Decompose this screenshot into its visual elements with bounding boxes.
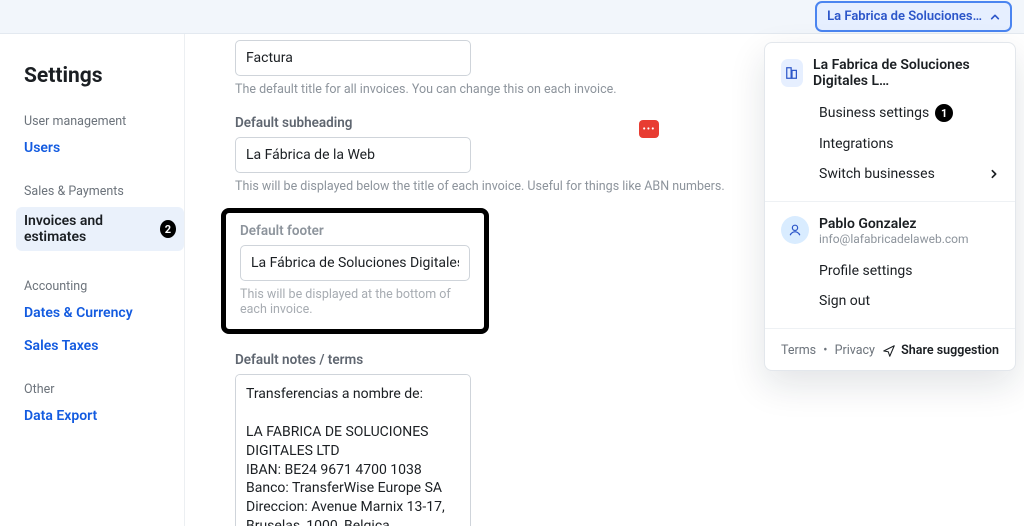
default-footer-input[interactable] bbox=[240, 245, 470, 281]
dropdown-org-name: La Fabrica de Soluciones Digitales L… bbox=[813, 57, 999, 89]
settings-sidebar: Settings User management Users Sales & P… bbox=[0, 34, 185, 526]
dropdown-item-label: Profile settings bbox=[819, 263, 913, 279]
sidebar-item-users[interactable]: Users bbox=[24, 140, 60, 156]
sidebar-item-label: Dates & Currency bbox=[24, 305, 133, 321]
step-badge-1: 1 bbox=[935, 104, 953, 122]
nav-group-other: Other bbox=[24, 382, 184, 397]
dropdown-item-label: Switch businesses bbox=[819, 166, 935, 182]
dropdown-share-suggestion[interactable]: Share suggestion bbox=[883, 343, 999, 358]
account-dropdown: La Fabrica de Soluciones Digitales L… Bu… bbox=[764, 42, 1016, 371]
default-notes-textarea[interactable] bbox=[235, 374, 471, 526]
dropdown-item-integrations[interactable]: Integrations bbox=[819, 129, 999, 159]
default-subheading-helper: This will be displayed below the title o… bbox=[235, 179, 755, 194]
dropdown-item-business-settings[interactable]: Business settings 1 bbox=[819, 97, 999, 129]
user-avatar-icon bbox=[781, 216, 809, 244]
dropdown-user-name: Pablo Gonzalez bbox=[819, 216, 969, 232]
dropdown-user-row: Pablo Gonzalez info@lafabricadelaweb.com bbox=[781, 216, 999, 246]
nav-group-sales: Sales & Payments bbox=[24, 184, 184, 199]
nav-group-accounting: Accounting bbox=[24, 279, 184, 294]
default-title-helper: The default title for all invoices. You … bbox=[235, 82, 755, 97]
default-footer-helper: This will be displayed at the bottom of … bbox=[240, 287, 470, 317]
page-title: Settings bbox=[24, 64, 184, 88]
dropdown-item-switch-businesses[interactable]: Switch businesses bbox=[819, 159, 999, 189]
org-switch-button[interactable]: La Fabrica de Soluciones… bbox=[815, 1, 1012, 32]
sidebar-item-invoices-estimates[interactable]: Invoices and estimates 2 bbox=[16, 207, 184, 251]
dropdown-item-sign-out[interactable]: Sign out bbox=[819, 286, 999, 316]
dropdown-item-label: Sign out bbox=[819, 293, 870, 309]
dropdown-footer-links: Terms • Privacy bbox=[781, 343, 875, 358]
sidebar-item-label: Users bbox=[24, 140, 60, 156]
step-badge-2: 2 bbox=[160, 220, 176, 238]
org-switch-label: La Fabrica de Soluciones… bbox=[827, 9, 982, 24]
sidebar-item-label: Invoices and estimates bbox=[24, 213, 154, 245]
dropdown-item-label: Integrations bbox=[819, 136, 893, 152]
default-title-input[interactable] bbox=[235, 40, 471, 76]
dropdown-item-label: Share suggestion bbox=[901, 343, 999, 358]
chevron-right-icon bbox=[989, 169, 999, 179]
dropdown-terms-link[interactable]: Terms bbox=[781, 343, 816, 358]
dropdown-privacy-link[interactable]: Privacy bbox=[835, 343, 875, 358]
password-extension-icon[interactable]: ••• bbox=[639, 120, 659, 138]
default-footer-highlight: Default footer This will be displayed at… bbox=[221, 208, 489, 334]
sidebar-item-data-export[interactable]: Data Export bbox=[24, 408, 97, 424]
nav-group-user-mgmt: User management bbox=[24, 114, 184, 129]
default-subheading-input[interactable] bbox=[235, 137, 471, 173]
chevron-up-icon bbox=[990, 12, 1000, 22]
building-icon bbox=[781, 59, 803, 87]
default-footer-label: Default footer bbox=[240, 223, 470, 239]
dropdown-item-label: Business settings bbox=[819, 105, 929, 121]
topbar: La Fabrica de Soluciones… bbox=[0, 0, 1024, 34]
dropdown-item-profile-settings[interactable]: Profile settings bbox=[819, 256, 999, 286]
sidebar-item-dates-currency[interactable]: Dates & Currency bbox=[24, 305, 133, 321]
sidebar-item-label: Data Export bbox=[24, 408, 97, 424]
dropdown-org-row: La Fabrica de Soluciones Digitales L… bbox=[781, 57, 999, 89]
sidebar-item-label: Sales Taxes bbox=[24, 338, 98, 354]
send-icon bbox=[883, 345, 895, 357]
dropdown-user-email: info@lafabricadelaweb.com bbox=[819, 232, 969, 246]
sidebar-item-sales-taxes[interactable]: Sales Taxes bbox=[24, 338, 98, 354]
